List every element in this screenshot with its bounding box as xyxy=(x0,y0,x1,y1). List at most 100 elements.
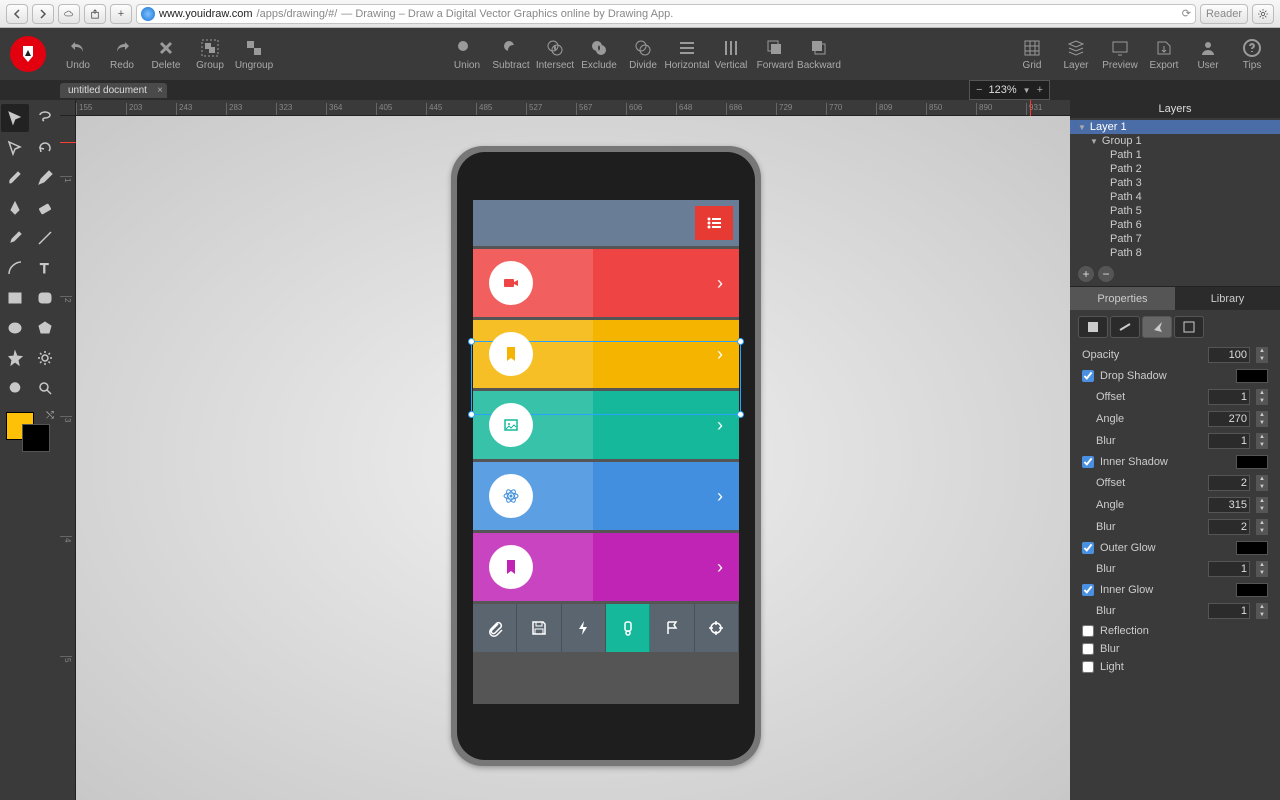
zoom-out-button[interactable]: − xyxy=(976,84,982,96)
settings-gear-button[interactable] xyxy=(1252,4,1274,24)
layer-node-group[interactable]: ▼Group 1 xyxy=(1070,134,1280,148)
url-bar[interactable]: www.youidraw.com/apps/drawing/#/ — Drawi… xyxy=(136,4,1196,24)
zoom-in-button[interactable]: + xyxy=(1037,84,1043,96)
canvas[interactable]: › › › › › xyxy=(76,116,1070,800)
inner-glow-checkbox[interactable] xyxy=(1082,584,1094,596)
reader-button[interactable]: Reader xyxy=(1200,4,1248,24)
layer-node-path[interactable]: Path 5 xyxy=(1070,204,1280,218)
preview-button[interactable]: Preview xyxy=(1098,28,1142,80)
star-tool[interactable] xyxy=(1,344,29,372)
drop-shadow-checkbox[interactable] xyxy=(1082,370,1094,382)
divide-button[interactable]: Divide xyxy=(621,28,665,80)
rect-tool[interactable] xyxy=(1,284,29,312)
curve-tool[interactable] xyxy=(1,254,29,282)
layer-node-path[interactable]: Path 1 xyxy=(1070,148,1280,162)
prop-mode-stroke[interactable] xyxy=(1110,316,1140,338)
grid-button[interactable]: Grid xyxy=(1010,28,1054,80)
layer-node-path[interactable]: Path 2 xyxy=(1070,162,1280,176)
blur-checkbox[interactable] xyxy=(1082,643,1094,655)
move-tool[interactable] xyxy=(1,104,29,132)
subtract-button[interactable]: Subtract xyxy=(489,28,533,80)
eyedropper-tool[interactable] xyxy=(1,224,29,252)
prop-mode-effects[interactable] xyxy=(1142,316,1172,338)
layer-node-path[interactable]: Path 8 xyxy=(1070,246,1280,260)
is-blur-input[interactable]: 2 xyxy=(1208,519,1250,535)
layer-node-path[interactable]: Path 3 xyxy=(1070,176,1280,190)
remove-layer-button[interactable]: − xyxy=(1098,266,1114,282)
swap-colors-icon[interactable]: ⤭ xyxy=(46,410,54,421)
og-blur-input[interactable]: 1 xyxy=(1208,561,1250,577)
layer-node-path[interactable]: Path 6 xyxy=(1070,218,1280,232)
zoom-dropdown-icon[interactable]: ▼ xyxy=(1023,86,1031,95)
outer-glow-checkbox[interactable] xyxy=(1082,542,1094,554)
color-swatches[interactable]: ⤭ xyxy=(6,412,54,452)
backward-button[interactable]: Backward xyxy=(797,28,841,80)
brush-tool[interactable] xyxy=(1,164,29,192)
drop-shadow-color[interactable] xyxy=(1236,369,1268,383)
eraser-tool[interactable] xyxy=(31,194,59,222)
opacity-input[interactable]: 100 xyxy=(1208,347,1250,363)
direct-select-tool[interactable] xyxy=(1,134,29,162)
share-button[interactable] xyxy=(84,4,106,24)
ds-blur-input[interactable]: 1 xyxy=(1208,433,1250,449)
lasso-tool[interactable] xyxy=(31,104,59,132)
intersect-button[interactable]: Intersect xyxy=(533,28,577,80)
background-swatch[interactable] xyxy=(22,424,50,452)
pencil-tool[interactable] xyxy=(31,164,59,192)
app-logo[interactable] xyxy=(0,28,56,80)
layer-node-path[interactable]: Path 4 xyxy=(1070,190,1280,204)
is-angle-input[interactable]: 315 xyxy=(1208,497,1250,513)
prop-mode-text[interactable] xyxy=(1174,316,1204,338)
layer-button[interactable]: Layer xyxy=(1054,28,1098,80)
reflection-checkbox[interactable] xyxy=(1082,625,1094,637)
opacity-spinner[interactable]: ▲▼ xyxy=(1256,347,1268,363)
layer-node-root[interactable]: ▼Layer 1 xyxy=(1070,120,1280,134)
outer-glow-color[interactable] xyxy=(1236,541,1268,555)
ds-offset-input[interactable]: 1 xyxy=(1208,389,1250,405)
zoom-control[interactable]: − 123% ▼ + xyxy=(969,80,1050,100)
ellipse-tool[interactable] xyxy=(1,314,29,342)
undo-button[interactable]: Undo xyxy=(56,28,100,80)
document-tab[interactable]: untitled document × xyxy=(60,83,167,98)
exclude-button[interactable]: Exclude xyxy=(577,28,621,80)
tab-library[interactable]: Library xyxy=(1175,286,1280,310)
ig-blur-input[interactable]: 1 xyxy=(1208,603,1250,619)
light-checkbox[interactable] xyxy=(1082,661,1094,673)
inner-glow-color[interactable] xyxy=(1236,583,1268,597)
roundrect-tool[interactable] xyxy=(31,284,59,312)
tab-properties[interactable]: Properties xyxy=(1070,286,1175,310)
group-button[interactable]: Group xyxy=(188,28,232,80)
back-button[interactable] xyxy=(6,4,28,24)
vertical-button[interactable]: Vertical xyxy=(709,28,753,80)
reload-icon[interactable]: ⟳ xyxy=(1182,7,1191,20)
inner-shadow-checkbox[interactable] xyxy=(1082,456,1094,468)
forward-button[interactable]: Forward xyxy=(753,28,797,80)
cloud-button[interactable] xyxy=(58,4,80,24)
magnify-tool[interactable] xyxy=(31,374,59,402)
export-button[interactable]: Export xyxy=(1142,28,1186,80)
close-tab-icon[interactable]: × xyxy=(157,85,163,96)
layer-node-path[interactable]: Path 7 xyxy=(1070,232,1280,246)
add-layer-button[interactable]: + xyxy=(1078,266,1094,282)
tips-button[interactable]: Tips xyxy=(1230,28,1274,80)
ds-angle-input[interactable]: 270 xyxy=(1208,411,1250,427)
delete-button[interactable]: Delete xyxy=(144,28,188,80)
add-tab-button[interactable]: + xyxy=(110,4,132,24)
is-offset-input[interactable]: 2 xyxy=(1208,475,1250,491)
text-tool[interactable]: T xyxy=(31,254,59,282)
layer-tree[interactable]: ▼Layer 1 ▼Group 1 Path 1Path 2Path 3Path… xyxy=(1070,118,1280,262)
horizontal-button[interactable]: Horizontal xyxy=(665,28,709,80)
ungroup-button[interactable]: Ungroup xyxy=(232,28,276,80)
blob-tool[interactable] xyxy=(1,374,29,402)
user-button[interactable]: User xyxy=(1186,28,1230,80)
forward-button[interactable] xyxy=(32,4,54,24)
gear-tool[interactable] xyxy=(31,344,59,372)
line-tool[interactable] xyxy=(31,224,59,252)
polygon-tool[interactable] xyxy=(31,314,59,342)
union-button[interactable]: Union xyxy=(445,28,489,80)
pen-tool[interactable] xyxy=(1,194,29,222)
rotate-tool[interactable] xyxy=(31,134,59,162)
redo-button[interactable]: Redo xyxy=(100,28,144,80)
inner-shadow-color[interactable] xyxy=(1236,455,1268,469)
prop-mode-fill[interactable] xyxy=(1078,316,1108,338)
